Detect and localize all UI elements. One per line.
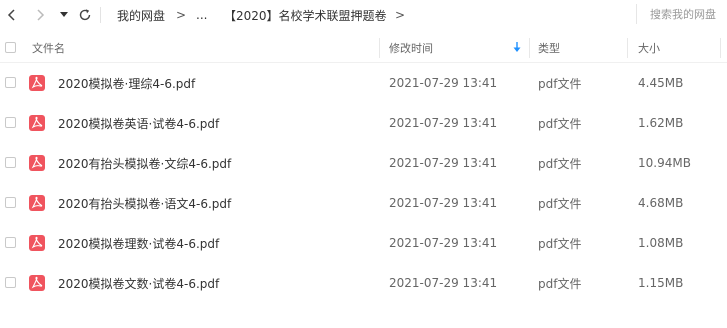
file-name[interactable]: 2020模拟卷英语·试卷4-6.pdf — [58, 103, 219, 143]
file-size: 1.62MB — [638, 116, 684, 130]
file-row[interactable]: 2020模拟卷文数·试卷4-6.pdf 2021-07-29 13:41 pdf文件… — [0, 263, 727, 303]
pdf-icon — [29, 195, 45, 211]
file-list: 2020模拟卷·理综4-6.pdf 2021-07-29 13:41 pdf文件 4.… — [0, 63, 727, 303]
file-name[interactable]: 2020模拟卷理数·试卷4-6.pdf — [58, 223, 219, 263]
column-divider — [720, 38, 721, 58]
toolbar: 我的网盘 > ... 【2020】名校学术联盟押题卷 > 搜索我的网盘 — [0, 0, 727, 30]
file-size: 4.68MB — [638, 196, 684, 210]
sort-button[interactable] — [513, 33, 521, 62]
chevron-left-icon — [7, 9, 15, 21]
file-modified: 2021-07-29 13:41 — [389, 116, 498, 130]
file-size: 1.15MB — [638, 276, 684, 290]
select-all-checkbox[interactable] — [5, 42, 16, 53]
file-modified: 2021-07-29 13:41 — [389, 276, 498, 290]
file-size: 1.08MB — [638, 236, 684, 250]
history-dropdown-button[interactable] — [58, 0, 70, 30]
breadcrumb-current[interactable]: 【2020】名校学术联盟押题卷 — [224, 0, 387, 30]
file-size: 4.45MB — [638, 76, 684, 90]
file-type: pdf文件 — [538, 156, 582, 171]
file-type: pdf文件 — [538, 196, 582, 211]
row-checkbox[interactable] — [5, 77, 16, 88]
caret-down-icon — [60, 12, 68, 17]
arrow-down-icon — [513, 42, 521, 52]
back-button[interactable] — [4, 0, 20, 30]
pdf-icon — [29, 275, 45, 291]
row-checkbox[interactable] — [5, 237, 16, 248]
breadcrumb-ellipsis[interactable]: ... — [196, 0, 207, 30]
file-row[interactable]: 2020有抬头模拟卷·语文4-6.pdf 2021-07-29 13:41 pdf文… — [0, 183, 727, 223]
file-modified: 2021-07-29 13:41 — [389, 156, 498, 170]
file-list-header: 文件名 修改时间 类型 大小 — [0, 33, 727, 63]
pdf-icon — [29, 115, 45, 131]
file-modified: 2021-07-29 13:41 — [389, 236, 498, 250]
column-divider — [627, 38, 628, 58]
search-input[interactable]: 搜索我的网盘 — [636, 4, 727, 24]
file-type: pdf文件 — [538, 276, 582, 291]
file-type: pdf文件 — [538, 76, 582, 91]
file-name[interactable]: 2020模拟卷文数·试卷4-6.pdf — [58, 263, 219, 303]
row-checkbox[interactable] — [5, 277, 16, 288]
column-header-type[interactable]: 类型 — [538, 33, 560, 62]
forward-button[interactable] — [32, 0, 48, 30]
row-checkbox[interactable] — [5, 157, 16, 168]
pdf-icon — [29, 235, 45, 251]
file-size: 10.94MB — [638, 156, 691, 170]
row-checkbox[interactable] — [5, 197, 16, 208]
row-checkbox[interactable] — [5, 117, 16, 128]
pdf-icon — [29, 75, 45, 91]
column-header-name[interactable]: 文件名 — [32, 33, 65, 62]
file-modified: 2021-07-29 13:41 — [389, 196, 498, 210]
column-divider — [379, 38, 380, 58]
pdf-icon — [29, 155, 45, 171]
column-divider — [529, 38, 530, 58]
breadcrumb-separator-end[interactable]: > — [395, 0, 405, 30]
breadcrumb-separator: > — [176, 8, 187, 22]
refresh-button[interactable] — [76, 0, 94, 30]
file-name[interactable]: 2020有抬头模拟卷·语文4-6.pdf — [58, 183, 231, 223]
file-name[interactable]: 2020模拟卷·理综4-6.pdf — [58, 63, 195, 103]
column-header-modified[interactable]: 修改时间 — [389, 33, 433, 62]
refresh-icon — [79, 9, 91, 21]
file-name[interactable]: 2020有抬头模拟卷·文综4-6.pdf — [58, 143, 231, 183]
file-modified: 2021-07-29 13:41 — [389, 76, 498, 90]
file-row[interactable]: 2020模拟卷·理综4-6.pdf 2021-07-29 13:41 pdf文件 4.… — [0, 63, 727, 103]
chevron-right-icon — [37, 9, 45, 21]
file-type: pdf文件 — [538, 236, 582, 251]
column-header-size[interactable]: 大小 — [638, 33, 660, 62]
file-row[interactable]: 2020模拟卷英语·试卷4-6.pdf 2021-07-29 13:41 pdf文件… — [0, 103, 727, 143]
file-row[interactable]: 2020有抬头模拟卷·文综4-6.pdf 2021-07-29 13:41 pdf文… — [0, 143, 727, 183]
file-type: pdf文件 — [538, 116, 582, 131]
breadcrumb-root[interactable]: 我的网盘 — [117, 0, 165, 30]
file-row[interactable]: 2020模拟卷理数·试卷4-6.pdf 2021-07-29 13:41 pdf文件… — [0, 223, 727, 263]
